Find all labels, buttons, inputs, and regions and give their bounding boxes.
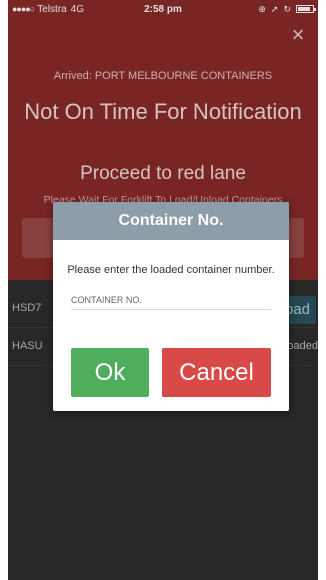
dialog-title: Container No. (53, 202, 289, 240)
cancel-button[interactable]: Cancel (162, 348, 271, 397)
ok-button[interactable]: Ok (71, 348, 149, 397)
app-screen: ●●●●○ Telstra 4G 2:58 pm ⊕ ➚ ↻ × Arrived… (8, 0, 318, 580)
container-number-dialog: Container No. Please enter the loaded co… (53, 202, 289, 411)
dialog-message: Please enter the loaded container number… (67, 264, 275, 276)
container-number-input[interactable] (71, 290, 271, 310)
dialog-actions: Ok Cancel (71, 348, 271, 397)
